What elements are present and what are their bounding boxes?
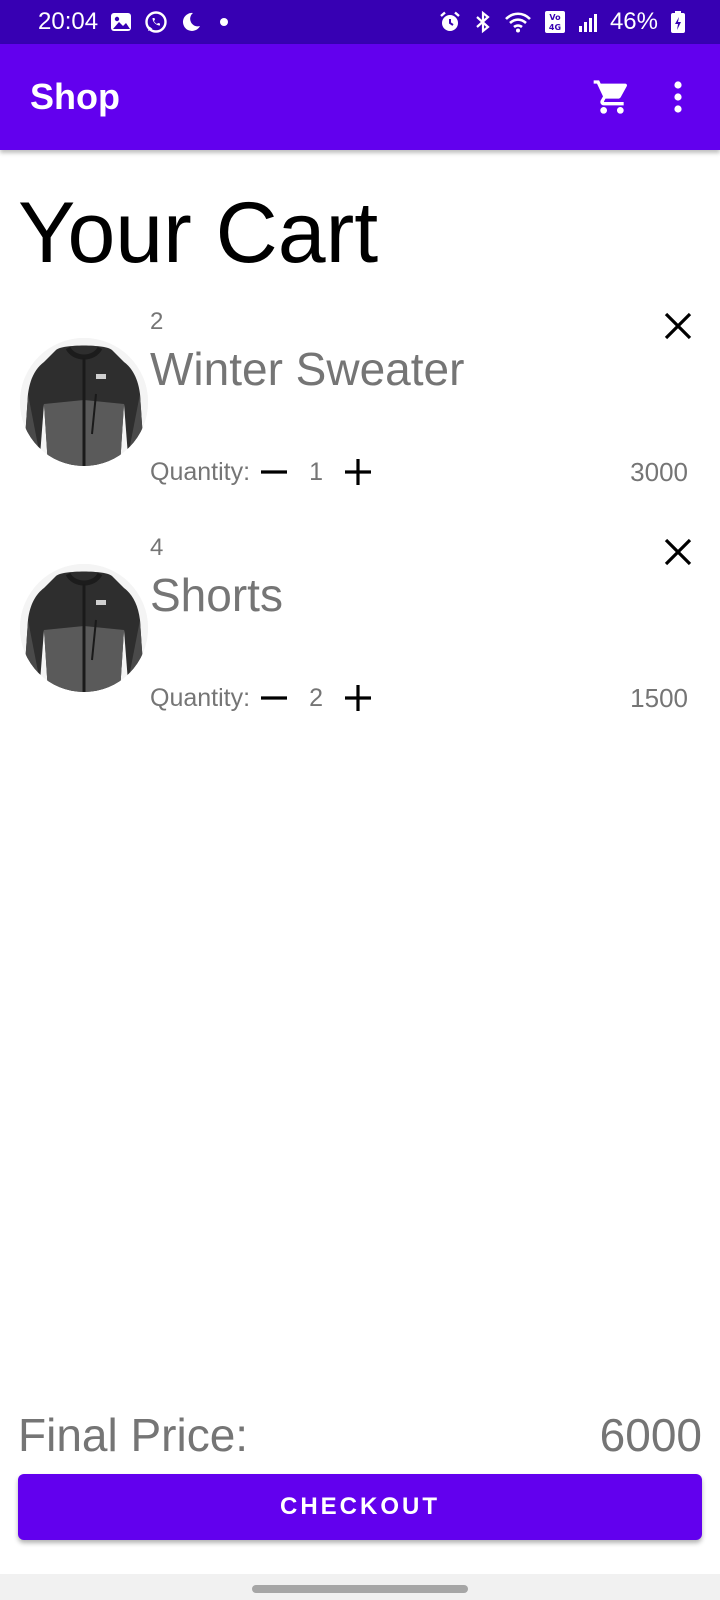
item-name: Winter Sweater [150, 343, 465, 395]
status-right: Vo 4G 46% [438, 8, 686, 36]
status-left: 20:04 [38, 8, 234, 36]
decrease-quantity-button[interactable] [256, 454, 292, 490]
product-image [20, 338, 148, 466]
home-gesture-handle[interactable] [252, 1585, 468, 1593]
quantity-value: 1 [309, 457, 324, 486]
navigation-bar [0, 1574, 720, 1600]
close-icon [664, 312, 692, 340]
overflow-menu-icon [674, 81, 682, 113]
close-icon [664, 538, 692, 566]
minus-icon [261, 470, 288, 474]
item-id: 2 [150, 308, 164, 335]
gallery-icon [110, 11, 132, 33]
whatsapp-icon [144, 10, 168, 34]
bluetooth-icon [474, 10, 492, 34]
app-bar: Shop [0, 44, 720, 150]
remove-item-button[interactable] [660, 534, 696, 570]
quantity-stepper: Quantity: 1 [150, 454, 376, 490]
remove-item-button[interactable] [660, 308, 696, 344]
final-price-value: 6000 [599, 1409, 702, 1461]
final-price-row: Final Price: 6000 [18, 1408, 702, 1462]
increase-quantity-button[interactable] [340, 454, 376, 490]
signal-icon [578, 11, 598, 33]
plus-icon [345, 459, 372, 485]
cart-icon [593, 80, 628, 114]
wifi-icon [504, 10, 532, 34]
quantity-stepper: Quantity: 2 [150, 680, 376, 716]
cart-button[interactable] [588, 73, 636, 121]
battery-icon [670, 10, 686, 34]
dot-icon [214, 12, 234, 32]
alarm-icon [438, 10, 462, 34]
quantity-label: Quantity: [150, 683, 251, 712]
quantity-value: 2 [309, 683, 324, 712]
product-image [20, 564, 148, 692]
cart-item: 2 Winter Sweater Quantity: 1 3000 [0, 304, 720, 504]
item-price: 1500 [630, 683, 688, 713]
moon-icon [180, 11, 202, 33]
app-title: Shop [30, 76, 120, 117]
quantity-label: Quantity: [150, 457, 251, 486]
overflow-menu-button[interactable] [666, 73, 690, 121]
item-price: 3000 [630, 457, 688, 487]
item-id: 4 [150, 534, 164, 561]
plus-icon [345, 685, 372, 711]
item-name: Shorts [150, 569, 283, 621]
final-price-label: Final Price: [18, 1409, 249, 1461]
svg-text:4G: 4G [549, 23, 561, 32]
checkout-button[interactable]: CHECKOUT [18, 1474, 702, 1540]
status-bar: 20:04 Vo 4G 46% [0, 0, 720, 44]
page-title: Your Cart [18, 185, 379, 281]
decrease-quantity-button[interactable] [256, 680, 292, 716]
status-time: 20:04 [38, 8, 99, 35]
cart-item: 4 Shorts Quantity: 2 1500 [0, 530, 720, 730]
svg-text:Vo: Vo [549, 13, 561, 22]
minus-icon [261, 696, 288, 700]
battery-percent: 46% [609, 8, 658, 35]
increase-quantity-button[interactable] [340, 680, 376, 716]
volte-4g-icon: Vo 4G [544, 10, 566, 34]
